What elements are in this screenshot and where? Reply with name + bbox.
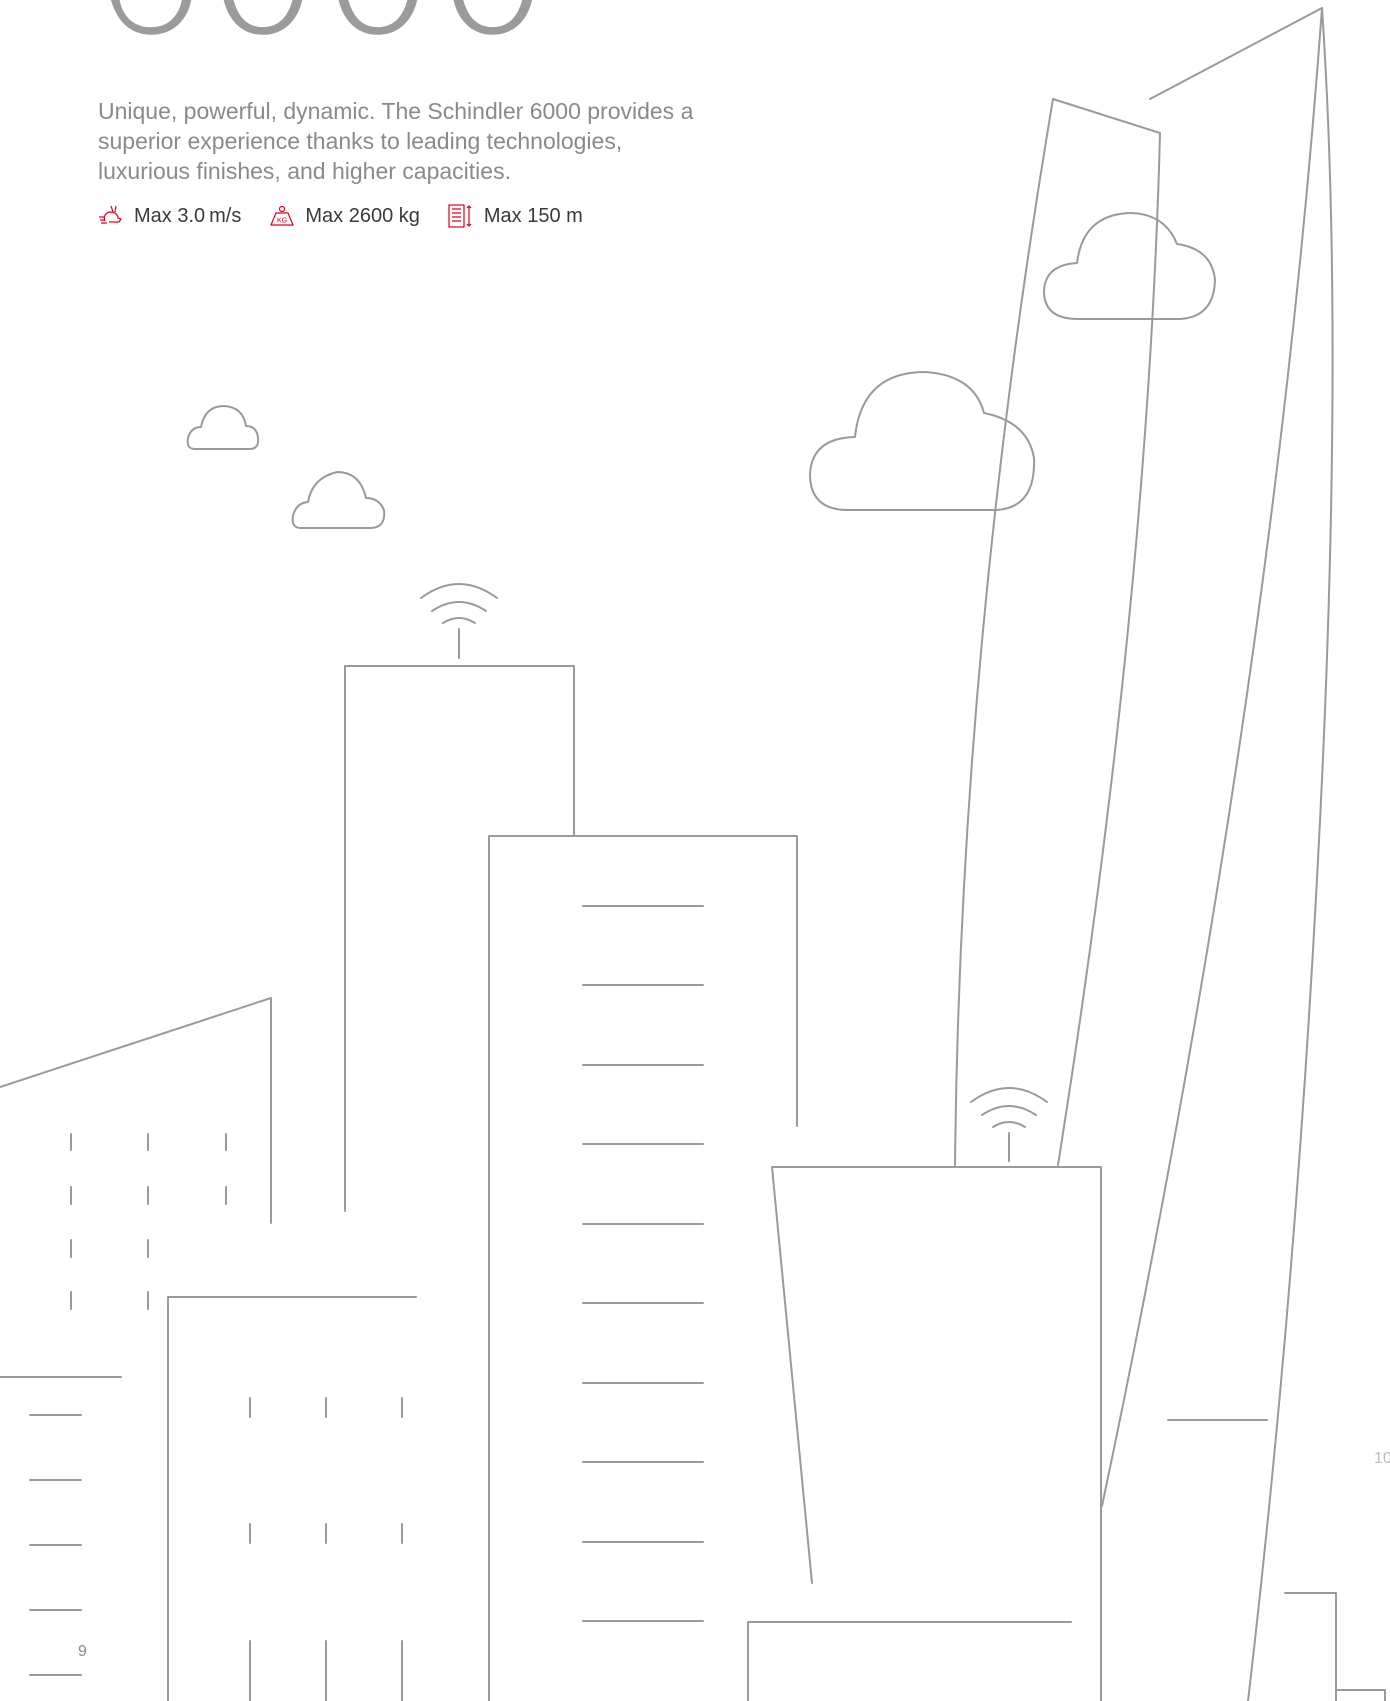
striped-building-floors <box>582 905 704 1622</box>
bottom-right-building <box>1284 1592 1337 1701</box>
cloud-high <box>1043 212 1216 320</box>
city-skyline-illustration <box>0 7 1386 1701</box>
tapered-antenna-wave-3 <box>992 1121 1026 1128</box>
central-building-top <box>344 665 575 1212</box>
tapered-building-outline <box>771 1166 1102 1701</box>
page-number-right: 10 <box>1374 1450 1390 1467</box>
low-building-front <box>747 1621 1072 1701</box>
bottom-left-building-windows <box>249 1397 403 1701</box>
tapered-antenna-wave-1 <box>970 1087 1048 1103</box>
central-antenna-wave-1 <box>420 583 498 599</box>
bottom-left-building-outline <box>167 1296 417 1701</box>
tapered-antenna-wave-2 <box>981 1105 1037 1116</box>
middle-tower-outline <box>954 98 1161 1166</box>
slanted-building-windows <box>70 1133 227 1310</box>
central-antenna-wave-2 <box>431 601 487 612</box>
cloud-small-1 <box>186 405 260 450</box>
far-left-building-floors <box>29 1414 82 1676</box>
cloud-small-2 <box>291 471 386 529</box>
cloud-medium <box>809 371 1036 511</box>
striped-building-outline <box>488 835 798 1701</box>
bottom-right-building-2 <box>1335 1689 1386 1701</box>
tall-tower-outline <box>1149 7 1334 1701</box>
central-antenna-wave-3 <box>442 617 476 624</box>
slanted-building-outline <box>0 997 272 1224</box>
page-number-left: 9 <box>78 1643 87 1660</box>
